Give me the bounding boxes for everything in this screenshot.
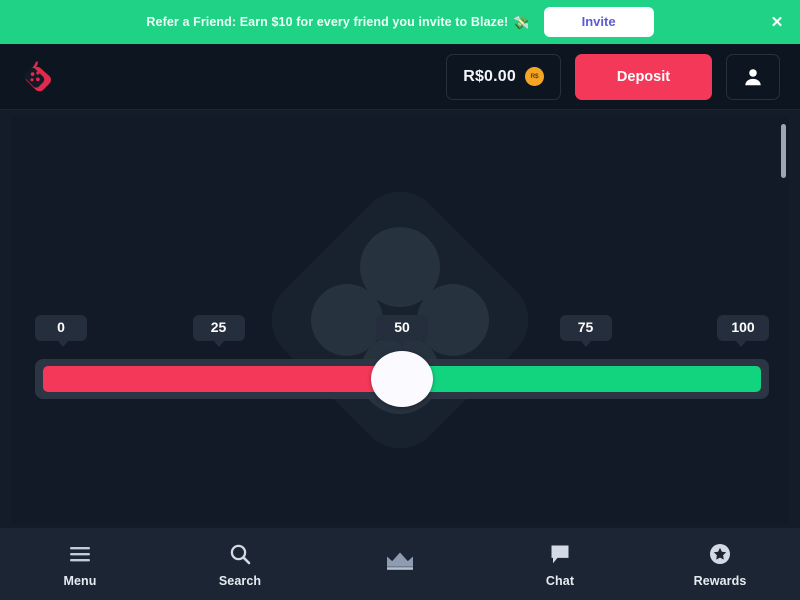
slider-track[interactable] (35, 351, 769, 407)
currency-coin-icon: R$ (525, 67, 544, 86)
referral-banner-text: Refer a Friend: Earn $10 for every frien… (146, 14, 529, 30)
slider-tick-50: 50 (376, 315, 428, 342)
nav-item-rewards[interactable]: Rewards (640, 529, 800, 600)
balance-amount: R$0.00 (463, 67, 516, 85)
balance-display[interactable]: R$0.00 R$ (446, 53, 561, 100)
nav-label-search: Search (218, 573, 262, 588)
nav-label-rewards: Rewards (693, 573, 747, 588)
blaze-app-window: Refer a Friend: Earn $10 for every frien… (0, 0, 800, 600)
slider-tick-labels: 0 25 50 75 100 (35, 315, 769, 349)
crown-icon (385, 549, 415, 573)
nav-item-search[interactable]: Search (160, 529, 320, 600)
user-avatar-icon (745, 68, 761, 85)
search-icon (228, 542, 252, 566)
slider-tick-100: 100 (717, 315, 769, 348)
deposit-button[interactable]: Deposit (575, 53, 712, 100)
nav-label-chat: Chat (545, 573, 575, 588)
bottom-navigation: Menu Search Chat Rewards (0, 528, 800, 600)
profile-button[interactable] (726, 53, 780, 100)
main-content-area: 0 25 50 75 100 (0, 110, 800, 528)
scrollbar-thumb[interactable] (781, 124, 786, 178)
invite-button[interactable]: Invite (543, 6, 654, 38)
chat-bubble-icon (548, 542, 572, 566)
slider-tick-25: 25 (192, 315, 245, 342)
close-icon[interactable]: ✕ (768, 13, 786, 31)
referral-banner: Refer a Friend: Earn $10 for every frien… (0, 0, 800, 44)
nav-item-crown[interactable] (320, 529, 480, 600)
slider-fill-green (402, 366, 761, 392)
header-actions: R$0.00 R$ Deposit (446, 53, 780, 100)
blaze-flame-logo[interactable] (18, 58, 56, 96)
referral-banner-message: Refer a Friend: Earn $10 for every frien… (146, 15, 509, 29)
nav-item-menu[interactable]: Menu (0, 529, 160, 600)
nav-label-menu: Menu (63, 573, 97, 588)
slider-fill-red (43, 366, 402, 392)
app-header: R$0.00 R$ Deposit (0, 44, 800, 110)
slider-thumb[interactable] (371, 351, 433, 407)
star-badge-icon (708, 542, 732, 566)
vertical-scrollbar[interactable] (779, 116, 787, 524)
bet-slider: 0 25 50 75 100 (35, 315, 769, 407)
slider-tick-0: 0 (35, 315, 87, 342)
game-panel: 0 25 50 75 100 (11, 116, 789, 524)
nav-item-chat[interactable]: Chat (480, 529, 640, 600)
slider-tick-75: 75 (559, 315, 612, 342)
money-with-wings-icon: 💸 (513, 15, 530, 30)
hamburger-menu-icon (68, 542, 92, 566)
